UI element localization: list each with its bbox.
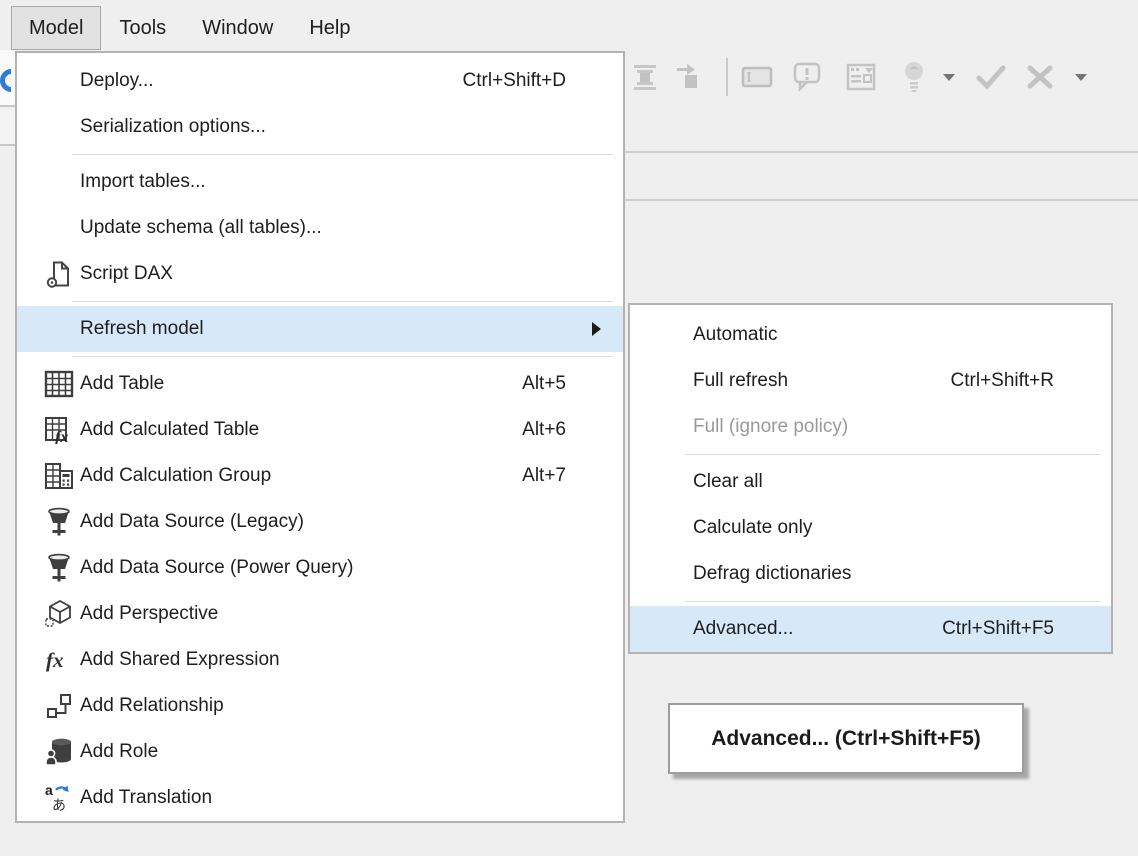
menubar-item-help[interactable]: Help [291, 6, 368, 50]
menu-item-script-dax[interactable]: Script DAX [17, 251, 623, 297]
model-menu: Deploy... Ctrl+Shift+D Serialization opt… [15, 51, 625, 823]
refresh-model-submenu: Automatic Full refresh Ctrl+Shift+R Full… [628, 303, 1113, 654]
left-panel-fragment-2 [0, 109, 15, 146]
fx-icon: fx [43, 645, 75, 675]
submenu-item-calculate-only[interactable]: Calculate only [630, 505, 1111, 551]
perspective-cube-icon [43, 599, 75, 629]
submenu-item-full-refresh[interactable]: Full refresh Ctrl+Shift+R [630, 358, 1111, 404]
menu-item-deploy[interactable]: Deploy... Ctrl+Shift+D [17, 58, 623, 104]
menu-item-import-tables[interactable]: Import tables... [17, 159, 623, 205]
lightbulb-dropdown-caret[interactable] [943, 74, 955, 81]
menu-item-add-calculated-table[interactable]: fx Add Calculated Table Alt+6 [17, 407, 623, 453]
table-icon [43, 369, 75, 399]
menu-item-refresh-model[interactable]: Refresh model [17, 306, 623, 352]
menu-separator [72, 301, 613, 302]
menu-separator [72, 154, 613, 155]
svg-text:a: a [45, 783, 53, 798]
menu-item-add-perspective[interactable]: Add Perspective [17, 591, 623, 637]
submenu-item-automatic[interactable]: Automatic [630, 312, 1111, 358]
menu-item-serialization-options[interactable]: Serialization options... [17, 104, 623, 150]
accept-check-icon[interactable] [975, 63, 1007, 91]
submenu-item-defrag-dictionaries[interactable]: Defrag dictionaries [630, 551, 1111, 597]
relationship-icon [43, 691, 75, 721]
toolbar [632, 58, 1087, 96]
comment-warning-icon[interactable] [791, 61, 823, 93]
menu-item-add-calculation-group[interactable]: Add Calculation Group Alt+7 [17, 453, 623, 499]
menu-item-add-table[interactable]: Add Table Alt+5 [17, 361, 623, 407]
panel-border-line [625, 151, 1138, 153]
submenu-item-full-ignore-policy[interactable]: Full (ignore policy) [630, 404, 1111, 450]
properties-form-icon[interactable] [845, 62, 877, 92]
menu-item-add-data-source-power-query[interactable]: Add Data Source (Power Query) [17, 545, 623, 591]
hidden-toolbar-blue-icon [0, 67, 11, 94]
tooltip-text: Advanced... (Ctrl+Shift+F5) [711, 727, 981, 751]
menu-separator [685, 601, 1101, 602]
lightbulb-icon[interactable] [901, 60, 927, 94]
unprocess-icon[interactable] [632, 62, 658, 92]
cancel-cross-icon[interactable] [1025, 63, 1055, 91]
submenu-item-advanced[interactable]: Advanced... Ctrl+Shift+F5 [630, 606, 1111, 652]
script-dax-icon [43, 259, 75, 289]
menu-item-add-shared-expression[interactable]: fx Add Shared Expression [17, 637, 623, 683]
menu-item-add-role[interactable]: Add Role [17, 729, 623, 775]
textbox-icon[interactable] [741, 64, 773, 90]
calculated-table-icon: fx [43, 415, 75, 445]
menubar-item-window[interactable]: Window [184, 6, 291, 50]
svg-text:fx: fx [46, 648, 64, 672]
toolbar-separator [726, 58, 728, 96]
process-import-icon[interactable] [674, 62, 702, 92]
submenu-arrow-icon [592, 322, 601, 336]
svg-text:あ: あ [52, 798, 66, 813]
calculation-group-icon [43, 461, 75, 491]
menu-item-add-data-source-legacy[interactable]: Add Data Source (Legacy) [17, 499, 623, 545]
translation-icon: a あ [43, 783, 75, 813]
role-icon [43, 737, 75, 767]
svg-text:fx: fx [55, 429, 68, 444]
menu-separator [72, 356, 613, 357]
dropdown-caret[interactable] [1075, 74, 1087, 81]
menubar: Model Tools Window Help [11, 6, 368, 50]
menubar-item-model[interactable]: Model [11, 6, 101, 50]
data-source-icon [43, 507, 75, 537]
submenu-item-clear-all[interactable]: Clear all [630, 459, 1111, 505]
menu-item-add-relationship[interactable]: Add Relationship [17, 683, 623, 729]
menu-separator [685, 454, 1101, 455]
tooltip-advanced-shortcut: Advanced... (Ctrl+Shift+F5) [668, 703, 1024, 774]
data-source-icon [43, 553, 75, 583]
panel-border-line-2 [625, 199, 1138, 201]
menubar-item-tools[interactable]: Tools [101, 6, 184, 50]
menu-item-update-schema[interactable]: Update schema (all tables)... [17, 205, 623, 251]
menu-item-add-translation[interactable]: a あ Add Translation [17, 775, 623, 821]
